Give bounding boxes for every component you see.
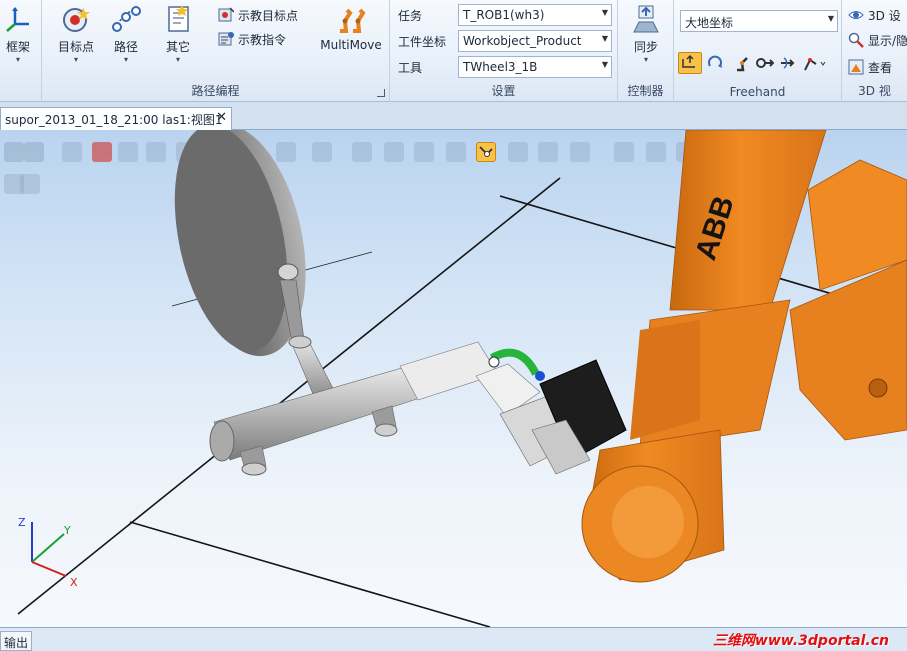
jog-linear-icon[interactable] [756, 54, 775, 72]
chevron-down-icon: ▼ [601, 8, 608, 17]
partial-group: 框架 ▾ [0, 0, 42, 102]
workpiece-pipe[interactable] [209, 335, 499, 476]
chevron-down-icon: ▾ [175, 55, 180, 64]
sync-button[interactable]: 同步 ▾ [624, 4, 668, 65]
document-tab-title: supor_2013_01_18_21:00 las1:视图1 [5, 113, 223, 127]
path-icon [111, 4, 141, 34]
chevron-down-icon: ▾ [15, 55, 20, 64]
view-button[interactable]: 查看 [848, 58, 892, 76]
chevron-down-icon: ▾ [73, 55, 78, 64]
watermark-text: 三维网www.3dportal.cn [712, 633, 889, 649]
grinding-disk[interactable] [156, 130, 325, 368]
multi-robot-jog-icon[interactable] [802, 54, 828, 72]
teach-instruction-icon [218, 31, 234, 47]
chevron-down-icon: ▼ [601, 60, 608, 69]
view-icon [848, 59, 864, 75]
frame-button[interactable]: 框架 ▾ [0, 4, 36, 65]
reference-frame-value: 大地坐标 [685, 16, 734, 30]
show-hide-label: 显示/隐 [868, 33, 907, 48]
close-icon[interactable]: ✕ [216, 110, 227, 125]
settings-title: 设置 [491, 84, 516, 98]
target-label: 目标点 [57, 40, 94, 54]
multimove-icon [336, 4, 366, 34]
jog-reorient-icon[interactable] [778, 54, 796, 72]
chevron-down-icon: ▾ [643, 55, 648, 64]
3d-viewport[interactable]: ABB Z Y X [0, 130, 907, 627]
teach-instruction-label: 示教指令 [238, 32, 287, 47]
task-label: 任务 [398, 9, 423, 23]
rotate-icon[interactable] [706, 54, 724, 72]
floor-edge-line [129, 521, 491, 627]
axis-x-label: X [70, 576, 78, 589]
magnifier-icon [848, 32, 864, 48]
view3d-group: 3D 设 显示/隐 查看 3D 视 [842, 0, 907, 102]
target-icon [61, 4, 91, 34]
frame-label: 框架 [5, 40, 30, 54]
multimove-label: MultiMove [320, 38, 382, 52]
other-button[interactable]: 其它 ▾ [156, 4, 200, 65]
task-select[interactable]: T_ROB1(wh3) ▼ [458, 4, 612, 26]
document-tab[interactable]: supor_2013_01_18_21:00 las1:视图1 ✕ [0, 107, 232, 130]
freehand-group: 大地坐标 ▼ Freehand [674, 0, 842, 102]
frame-icon [3, 4, 33, 34]
axis-z-label: Z [18, 516, 26, 529]
controller-title: 控制器 [627, 84, 664, 98]
axis-y-label: Y [63, 524, 71, 537]
output-panel-bar: 输出 三维网www.3dportal.cn [0, 627, 907, 651]
sync-icon [631, 4, 661, 34]
path-programming-group: 目标点 ▾ 路径 ▾ 其它 ▾ 示教目标点 示教指令 MultiMove 路径编… [42, 0, 390, 102]
workobject-value: Workobject_Product [463, 34, 582, 48]
tool-label: 工具 [398, 61, 423, 75]
tool-value: TWheel3_1B [463, 60, 538, 74]
view3d-title: 3D 视 [858, 84, 891, 98]
abb-robot[interactable]: ABB [581, 130, 907, 583]
other-icon [163, 4, 193, 34]
ribbon: 框架 ▾ 目标点 ▾ 路径 ▾ 其它 ▾ 示教目标点 示教指令 MultiMov… [0, 0, 907, 102]
controller-group: 同步 ▾ 控制器 [618, 0, 674, 102]
coordinate-axes-gizmo: Z Y X [18, 516, 78, 589]
path-label: 路径 [113, 40, 138, 54]
workobject-select[interactable]: Workobject_Product ▼ [458, 30, 612, 52]
eye-icon [848, 7, 864, 23]
3d-settings-button[interactable]: 3D 设 [848, 6, 901, 24]
target-button[interactable]: 目标点 ▾ [54, 4, 98, 65]
view-label: 查看 [868, 60, 893, 75]
chevron-down-icon: ▾ [123, 55, 128, 64]
chevron-down-icon: ▼ [827, 14, 834, 23]
move-icon[interactable] [678, 52, 702, 74]
teach-target-icon [218, 7, 235, 23]
settings-group: 任务 T_ROB1(wh3) ▼ 工件坐标 Workobject_Product… [390, 0, 618, 102]
teach-target-button[interactable]: 示教目标点 [218, 6, 298, 24]
chevron-down-icon: ▼ [601, 34, 608, 43]
path-programming-title: 路径编程 [191, 84, 240, 98]
jog-joint-icon[interactable] [734, 54, 752, 72]
workobject-label: 工件坐标 [398, 35, 447, 49]
sync-label: 同步 [633, 40, 658, 54]
station-scene: ABB Z Y X [17, 130, 907, 627]
teach-target-label: 示教目标点 [238, 8, 299, 23]
tool-select[interactable]: TWheel3_1B ▼ [458, 56, 612, 78]
task-value: T_ROB1(wh3) [463, 8, 545, 22]
output-tab-label: 输出 [4, 636, 29, 650]
document-tab-bar: supor_2013_01_18_21:00 las1:视图1 ✕ [0, 102, 907, 130]
other-label: 其它 [165, 40, 190, 54]
3d-settings-label: 3D 设 [868, 8, 901, 23]
show-hide-button[interactable]: 显示/隐 [848, 31, 907, 49]
group-launcher-icon[interactable] [377, 89, 385, 97]
teach-instruction-button[interactable]: 示教指令 [218, 30, 286, 48]
output-tab[interactable]: 输出 [0, 631, 32, 651]
multimove-button[interactable]: MultiMove [318, 4, 384, 52]
path-button[interactable]: 路径 ▾ [104, 4, 148, 65]
reference-frame-select[interactable]: 大地坐标 ▼ [680, 10, 838, 32]
freehand-title: Freehand [729, 85, 786, 99]
